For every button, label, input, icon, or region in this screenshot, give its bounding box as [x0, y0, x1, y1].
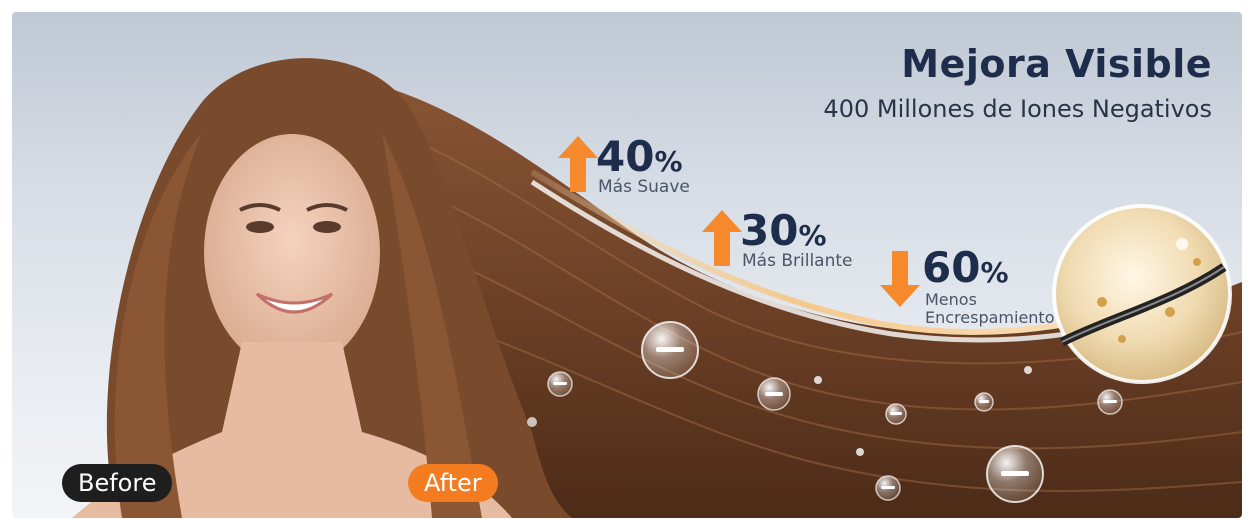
stat-label: Menos Encrespamiento	[925, 291, 1055, 326]
up-arrow-icon	[702, 210, 742, 266]
down-arrow-icon	[880, 251, 920, 307]
stat-label: Más Brillante	[742, 251, 853, 271]
stat-label: Más Suave	[598, 177, 690, 197]
ion-droplet-icon	[986, 445, 1044, 503]
ion-droplet-icon	[641, 321, 699, 379]
magnified-hair-icon	[1052, 204, 1232, 384]
stat-label-line: Encrespamiento	[925, 307, 1055, 327]
ion-droplet-icon	[1097, 389, 1123, 415]
ion-droplet-icon	[885, 403, 907, 425]
stat-value: 30%	[740, 206, 827, 255]
headline-title: Mejora Visible	[901, 42, 1212, 86]
headline-subtitle: 400 Millones de Iones Negativos	[823, 95, 1212, 123]
stat-value: 40%	[596, 132, 683, 181]
ion-droplet-icon	[974, 392, 994, 412]
woman-face	[204, 134, 380, 370]
banner: Mejora Visible 400 Millones de Iones Neg…	[12, 12, 1242, 518]
before-label: Before	[62, 464, 173, 502]
stat-label-line: Menos	[925, 290, 977, 309]
stat-value: 60%	[922, 243, 1009, 292]
after-label: After	[408, 464, 498, 502]
ion-droplet-icon	[547, 371, 573, 397]
ion-droplet-icon	[757, 377, 791, 411]
banner-illustration	[72, 58, 1242, 518]
ion-droplet-icon	[875, 475, 901, 501]
up-arrow-icon	[558, 136, 598, 192]
